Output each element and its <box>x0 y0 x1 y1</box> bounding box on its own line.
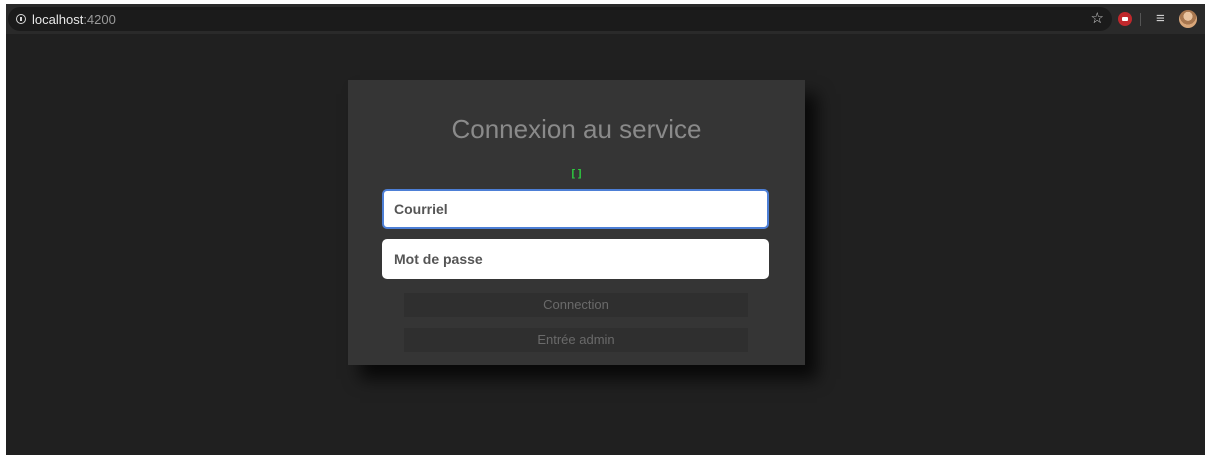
url-host: localhost <box>32 11 84 27</box>
password-field[interactable] <box>382 239 769 279</box>
info-icon[interactable] <box>16 14 26 24</box>
login-card: Connexion au service [] Connection Entré… <box>348 80 805 365</box>
star-icon[interactable]: ☆ <box>1091 9 1104 29</box>
toolbar-separator <box>1140 13 1141 26</box>
address-bar[interactable]: localhost:4200 ☆ <box>8 7 1112 31</box>
browser-window: localhost:4200 ☆ ≡ Connexion au service … <box>6 4 1205 455</box>
page-content: Connexion au service [] Connection Entré… <box>6 34 1205 455</box>
connect-button[interactable]: Connection <box>404 293 748 317</box>
ublock-icon[interactable] <box>1118 12 1132 26</box>
queue-icon[interactable]: ≡ <box>1156 9 1165 29</box>
status-text: [] <box>569 167 584 180</box>
page-title: Connexion au service <box>451 114 702 144</box>
browser-toolbar: localhost:4200 ☆ ≡ <box>6 4 1205 34</box>
admin-entry-button[interactable]: Entrée admin <box>404 328 748 352</box>
url-port: :4200 <box>83 11 116 27</box>
avatar[interactable] <box>1179 10 1197 28</box>
email-field[interactable] <box>382 189 769 229</box>
